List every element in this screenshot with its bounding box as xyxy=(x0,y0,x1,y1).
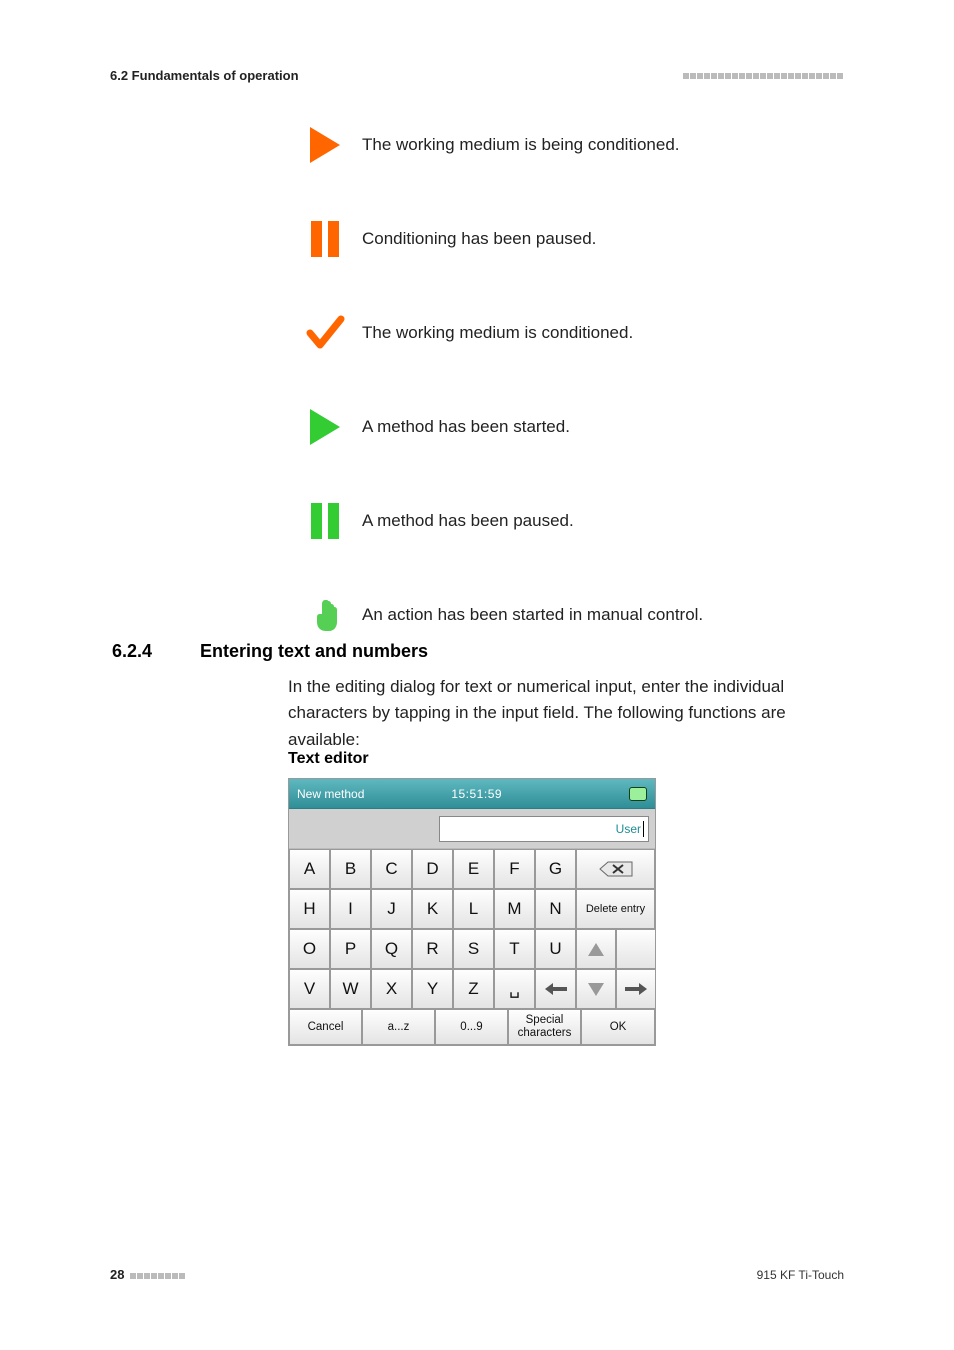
key-t[interactable]: T xyxy=(494,929,535,969)
cancel-button[interactable]: Cancel xyxy=(289,1009,362,1045)
pause-icon xyxy=(300,496,350,546)
chevron-up-icon xyxy=(588,943,604,956)
chevron-down-icon xyxy=(588,983,604,996)
section-number: 6.2.4 xyxy=(112,641,200,662)
legend-text: The working medium is conditioned. xyxy=(362,323,633,343)
input-value-label: User xyxy=(616,822,641,836)
lowercase-button[interactable]: a...z xyxy=(362,1009,435,1045)
section-paragraph: In the editing dialog for text or numeri… xyxy=(288,674,844,753)
text-input[interactable]: User xyxy=(439,816,649,842)
clock: 15:51:59 xyxy=(451,787,502,801)
legend-text: A method has been paused. xyxy=(362,511,574,531)
key-n[interactable]: N xyxy=(535,889,576,929)
key-v[interactable]: V xyxy=(289,969,330,1009)
pause-icon xyxy=(300,214,350,264)
key-g[interactable]: G xyxy=(535,849,576,889)
text-editor-screenshot: New method 15:51:59 User A B C D E F G xyxy=(288,778,656,1046)
check-icon xyxy=(300,308,350,358)
key-q[interactable]: Q xyxy=(371,929,412,969)
key-m[interactable]: M xyxy=(494,889,535,929)
key-s[interactable]: S xyxy=(453,929,494,969)
key-p[interactable]: P xyxy=(330,929,371,969)
key-r[interactable]: R xyxy=(412,929,453,969)
key-y[interactable]: Y xyxy=(412,969,453,1009)
key-b[interactable]: B xyxy=(330,849,371,889)
cursor-up-button[interactable] xyxy=(576,929,616,969)
page-header-breadcrumb: 6.2 Fundamentals of operation xyxy=(110,68,299,83)
key-i[interactable]: I xyxy=(330,889,371,929)
titlebar: New method 15:51:59 xyxy=(289,779,655,809)
key-l[interactable]: L xyxy=(453,889,494,929)
key-k[interactable]: K xyxy=(412,889,453,929)
ok-button[interactable]: OK xyxy=(581,1009,655,1045)
arrow-right-icon xyxy=(625,983,647,995)
key-space[interactable]: ␣ xyxy=(494,969,535,1009)
key-d[interactable]: D xyxy=(412,849,453,889)
legend-row: The working medium is conditioned. xyxy=(300,308,844,358)
hand-icon xyxy=(300,590,350,640)
cursor-down-button[interactable] xyxy=(576,969,616,1009)
blank-key xyxy=(616,929,656,969)
header-decor xyxy=(683,66,844,84)
key-x[interactable]: X xyxy=(371,969,412,1009)
subsection-heading: Text editor xyxy=(288,750,369,768)
arrow-left-icon xyxy=(545,983,567,995)
text-caret-icon xyxy=(643,821,644,837)
footer-decor xyxy=(130,1267,186,1282)
cursor-left-button[interactable] xyxy=(535,969,576,1009)
legend-row: A method has been started. xyxy=(300,402,844,452)
key-c[interactable]: C xyxy=(371,849,412,889)
product-name: 915 KF Ti-Touch xyxy=(757,1268,844,1282)
key-f[interactable]: F xyxy=(494,849,535,889)
backspace-button[interactable] xyxy=(576,849,655,889)
key-z[interactable]: Z xyxy=(453,969,494,1009)
key-a[interactable]: A xyxy=(289,849,330,889)
legend-row: Conditioning has been paused. xyxy=(300,214,844,264)
legend-row: A method has been paused. xyxy=(300,496,844,546)
legend-row: The working medium is being conditioned. xyxy=(300,120,844,170)
special-chars-button[interactable]: Special characters xyxy=(508,1009,581,1045)
digits-button[interactable]: 0...9 xyxy=(435,1009,508,1045)
legend-row: An action has been started in manual con… xyxy=(300,590,844,640)
legend-text: Conditioning has been paused. xyxy=(362,229,596,249)
page-number: 28 xyxy=(110,1267,186,1282)
key-o[interactable]: O xyxy=(289,929,330,969)
key-w[interactable]: W xyxy=(330,969,371,1009)
legend-text: A method has been started. xyxy=(362,417,570,437)
key-u[interactable]: U xyxy=(535,929,576,969)
key-e[interactable]: E xyxy=(453,849,494,889)
key-h[interactable]: H xyxy=(289,889,330,929)
play-icon xyxy=(300,120,350,170)
backspace-icon xyxy=(598,860,634,878)
cursor-right-button[interactable] xyxy=(616,969,656,1009)
window-title: New method xyxy=(297,787,364,801)
key-j[interactable]: J xyxy=(371,889,412,929)
status-icon-legend: The working medium is being conditioned.… xyxy=(300,120,844,640)
legend-text: The working medium is being conditioned. xyxy=(362,135,680,155)
legend-text: An action has been started in manual con… xyxy=(362,605,703,625)
input-row: User xyxy=(289,809,655,849)
section-title: Entering text and numbers xyxy=(200,641,428,662)
play-icon xyxy=(300,402,350,452)
delete-entry-button[interactable]: Delete entry xyxy=(576,889,655,929)
status-indicator-icon xyxy=(629,787,647,801)
